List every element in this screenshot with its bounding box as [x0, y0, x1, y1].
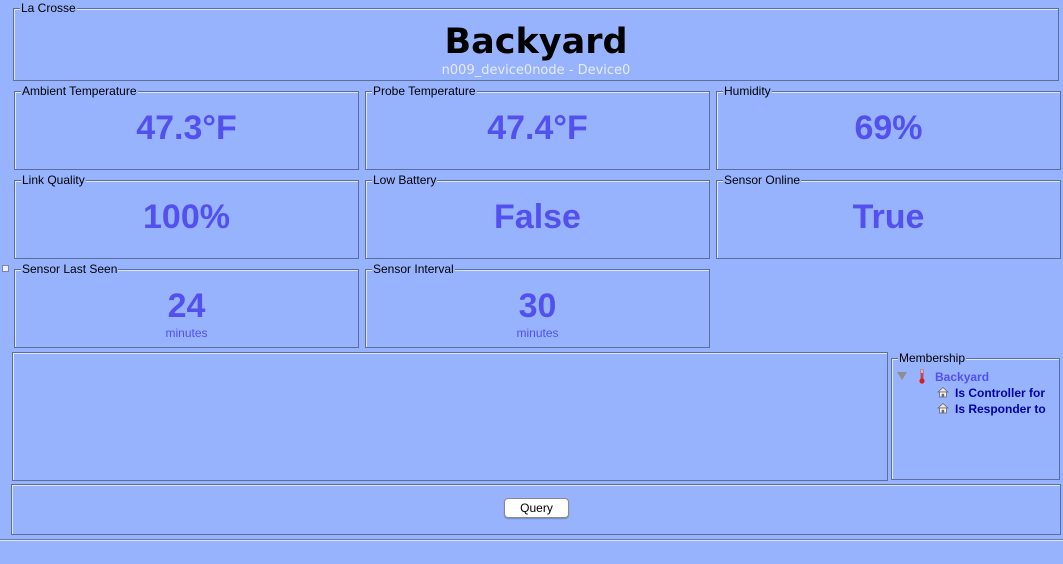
header-group-title: La Crosse [20, 1, 77, 15]
tile-value: 47.3°F [136, 109, 237, 147]
tile-label: Low Battery [372, 173, 438, 187]
resize-handle[interactable] [2, 265, 9, 272]
tree-node-label: Backyard [935, 370, 990, 384]
house-icon [937, 386, 949, 398]
tile-ambient-temperature: Ambient Temperature 47.3°F [14, 84, 359, 170]
tile-sensor-interval: Sensor Interval 30 minutes [365, 262, 710, 348]
thermometer-icon [919, 369, 925, 384]
tile-unit: minutes [165, 326, 208, 340]
tree-node-backyard[interactable]: Backyard [897, 369, 1047, 385]
expand-triangle-icon[interactable] [897, 372, 907, 380]
tile-label: Link Quality [21, 173, 86, 187]
tile-low-battery: Low Battery False [365, 173, 710, 259]
tile-label: Sensor Last Seen [21, 262, 119, 276]
tile-label: Ambient Temperature [21, 84, 138, 98]
status-divider-highlight [0, 540, 1063, 541]
membership-title: Membership [898, 351, 967, 365]
tile-sensor-online: Sensor Online True [716, 173, 1061, 259]
tree-child-label: Is Responder to [955, 402, 1046, 416]
tile-label: Humidity [723, 84, 772, 98]
tile-value: 30 [518, 287, 557, 325]
tile-label: Probe Temperature [372, 84, 477, 98]
tile-value: 100% [143, 198, 230, 236]
tree-child-label: Is Controller for [955, 386, 1046, 400]
tree-child-controller[interactable]: Is Controller for [936, 385, 1058, 401]
device-title: Backyard [444, 22, 628, 62]
device-header-group: La Crosse Backyard n009_device0node - De… [13, 1, 1059, 81]
content-panel [12, 352, 888, 481]
house-icon [937, 402, 949, 414]
tile-value: False [494, 198, 581, 236]
tile-label: Sensor Interval [372, 262, 455, 276]
tile-sensor-last-seen: Sensor Last Seen 24 minutes [14, 262, 359, 348]
tile-value: 47.4°F [487, 109, 588, 147]
tile-value: True [852, 198, 925, 236]
tile-probe-temperature: Probe Temperature 47.4°F [365, 84, 710, 170]
tree-child-responder[interactable]: Is Responder to [936, 401, 1058, 417]
device-subtitle: n009_device0node - Device0 [441, 63, 631, 78]
tile-humidity: Humidity 69% [716, 84, 1061, 170]
tile-value: 24 [167, 287, 206, 325]
tile-unit: minutes [516, 326, 559, 340]
tile-link-quality: Link Quality 100% [14, 173, 359, 259]
tile-value: 69% [854, 109, 923, 147]
tile-label: Sensor Online [723, 173, 802, 187]
query-button[interactable]: Query [504, 498, 569, 518]
